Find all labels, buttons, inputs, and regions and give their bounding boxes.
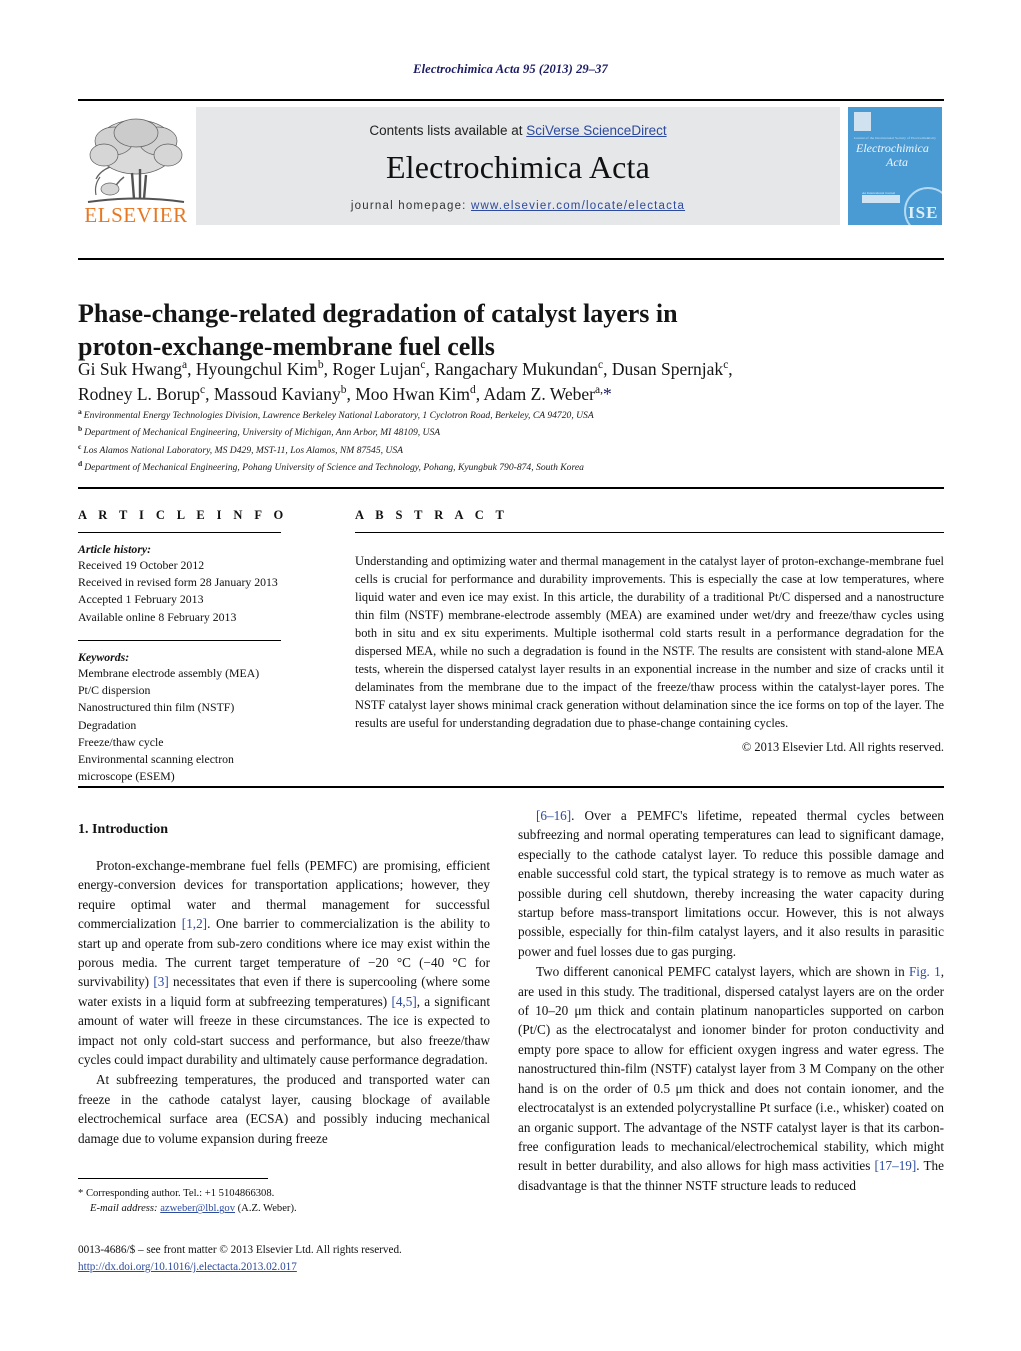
email-label: E-mail address: [90,1203,158,1215]
abstract-rule [355,532,944,533]
article-info-rule [78,532,281,533]
keyword-item: Freeze/thaw cycle [78,734,164,749]
keyword-item: Environmental scanning electron [78,751,234,766]
journal-header-band: ELSEVIER Contents lists available at Sci… [78,99,944,230]
header-top-rule [78,99,944,101]
svg-text:ELSEVIER: ELSEVIER [84,203,187,225]
cover-title-line2: Acta [886,154,908,169]
body-column-right: [6–16]. Over a PEMFC's lifetime, repeate… [518,806,944,1195]
ise-seal-label: ISE [908,203,939,222]
journal-banner: Contents lists available at SciVerse Sci… [196,107,840,225]
elsevier-tree-icon: ELSEVIER [84,118,187,225]
corresponding-author-note: * Corresponding author. Tel.: +1 5104866… [78,1186,490,1217]
info-band-top-rule [78,487,944,489]
keyword-item: microscope (ESEM) [78,769,175,784]
keyword-item: Nanostructured thin film (NSTF) [78,700,235,715]
keywords-heading: Keywords: [78,649,130,664]
homepage-label: journal homepage: [350,200,467,212]
keywords-rule [78,639,281,641]
journal-title: Electrochimica Acta [385,149,651,185]
info-band-bottom-rule [78,786,944,788]
article-history-item: Received in revised form 28 January 2013 [78,575,278,590]
keywords-list: Membrane electrode assembly (MEA) Pt/C di… [78,665,326,786]
cover-title-line1: Electrochimica [856,141,929,155]
running-head: Electrochimica Acta 95 (2013) 29–37 [413,62,608,76]
affiliation-item: b Department of Mechanical Engineering, U… [78,424,441,439]
sciencedirect-link[interactable]: SciVerse ScienceDirect [526,123,666,138]
article-history-heading: Article history: [78,542,152,556]
article-history-item: Received 19 October 2012 [78,558,205,572]
title-line-1: Phase-change-related degradation of cata… [78,299,678,329]
article-info-column: A R T I C L E I N F O Article history: R… [78,508,326,785]
author-list: Gi Suk Hwanga, Hyoungchul Kimb, Roger Lu… [78,357,918,407]
front-matter-line: 0013-4686/$ – see front matter © 2013 El… [78,1244,402,1256]
cover-chip [862,195,900,203]
right-paragraphs: [6–16]. Over a PEMFC's lifetime, repeate… [518,806,944,1195]
corresponding-author-text: * Corresponding author. Tel.: +1 5104866… [78,1188,275,1199]
abstract-text: Understanding and optimizing water and t… [355,554,944,730]
keyword-item: Membrane electrode assembly (MEA) [78,665,260,680]
article-history-item: Accepted 1 February 2013 [78,592,204,607]
title-separator-rule [78,258,944,260]
section-heading-introduction: 1. Introduction [78,822,168,837]
abstract-column: A B S T R A C T Understanding and optimi… [355,508,944,755]
email-link[interactable]: azweber@lbl.gov [160,1203,235,1214]
cover-chip-label: An International Journal [862,191,896,195]
paper-page: Electrochimica Acta 95 (2013) 29–37 ELSE… [0,0,1021,1351]
contents-available-line: Contents lists available at SciVerse Sci… [196,123,840,138]
article-history-list: Received 19 October 2012 Received in revi… [78,557,326,626]
journal-homepage-line: journal homepage: www.elsevier.com/locat… [196,200,840,212]
affiliation-item: a Environmental Energy Technologies Divis… [78,407,594,422]
journal-cover-thumbnail: Journal of the International Society of … [848,107,942,225]
body-paragraph: At subfreezing temperatures, the produce… [78,1072,490,1146]
author-line-1: Gi Suk Hwanga, Hyoungchul Kimb, Roger Lu… [78,359,733,379]
homepage-url-link[interactable]: www.elsevier.com/locate/electacta [471,200,685,212]
article-history-item: Available online 8 February 2013 [78,609,237,624]
body-paragraph: Two different canonical PEMFC catalyst l… [518,964,945,1193]
keyword-item: Degradation [78,717,137,732]
doi-link[interactable]: http://dx.doi.org/10.1016/j.electacta.20… [78,1261,578,1273]
affiliation-item: d Department of Mechanical Engineering, P… [78,459,584,474]
abstract-copyright: © 2013 Elsevier Ltd. All rights reserved… [741,739,944,754]
body-paragraph: Proton-exchange-membrane fuel fells (PEM… [78,858,490,1068]
footnote-rule [78,1178,268,1179]
body-column-left: 1. Introduction Proton-exchange-membrane… [78,822,490,1148]
article-info-heading: A R T I C L E I N F O [78,508,288,522]
cover-title: Electrochimica Acta [856,141,929,170]
email-suffix: (A.Z. Weber). [237,1203,297,1215]
keyword-item: Pt/C dispersion [78,683,151,698]
cover-society-line: Journal of the International Society of … [853,136,937,140]
elsevier-logo: ELSEVIER [80,107,192,225]
body-paragraph: [6–16]. Over a PEMFC's lifetime, repeate… [518,808,944,959]
left-paragraphs: Proton-exchange-membrane fuel fells (PEM… [78,856,490,1148]
affiliation-list: a Environmental Energy Technologies Divis… [78,406,928,475]
affiliation-item: c Los Alamos National Laboratory, MS D429… [78,441,404,456]
page-title: Phase-change-related degradation of cata… [78,298,798,364]
cover-elsevier-mark-icon [854,112,871,131]
author-line-2: Rodney L. Borupc, Massoud Kavianyb, Moo … [78,383,612,404]
email-line: E-mail address: azweber@lbl.gov (A.Z. We… [78,1201,490,1216]
contents-prefix: Contents lists available at [369,123,527,138]
abstract-heading: A B S T R A C T [355,508,509,522]
